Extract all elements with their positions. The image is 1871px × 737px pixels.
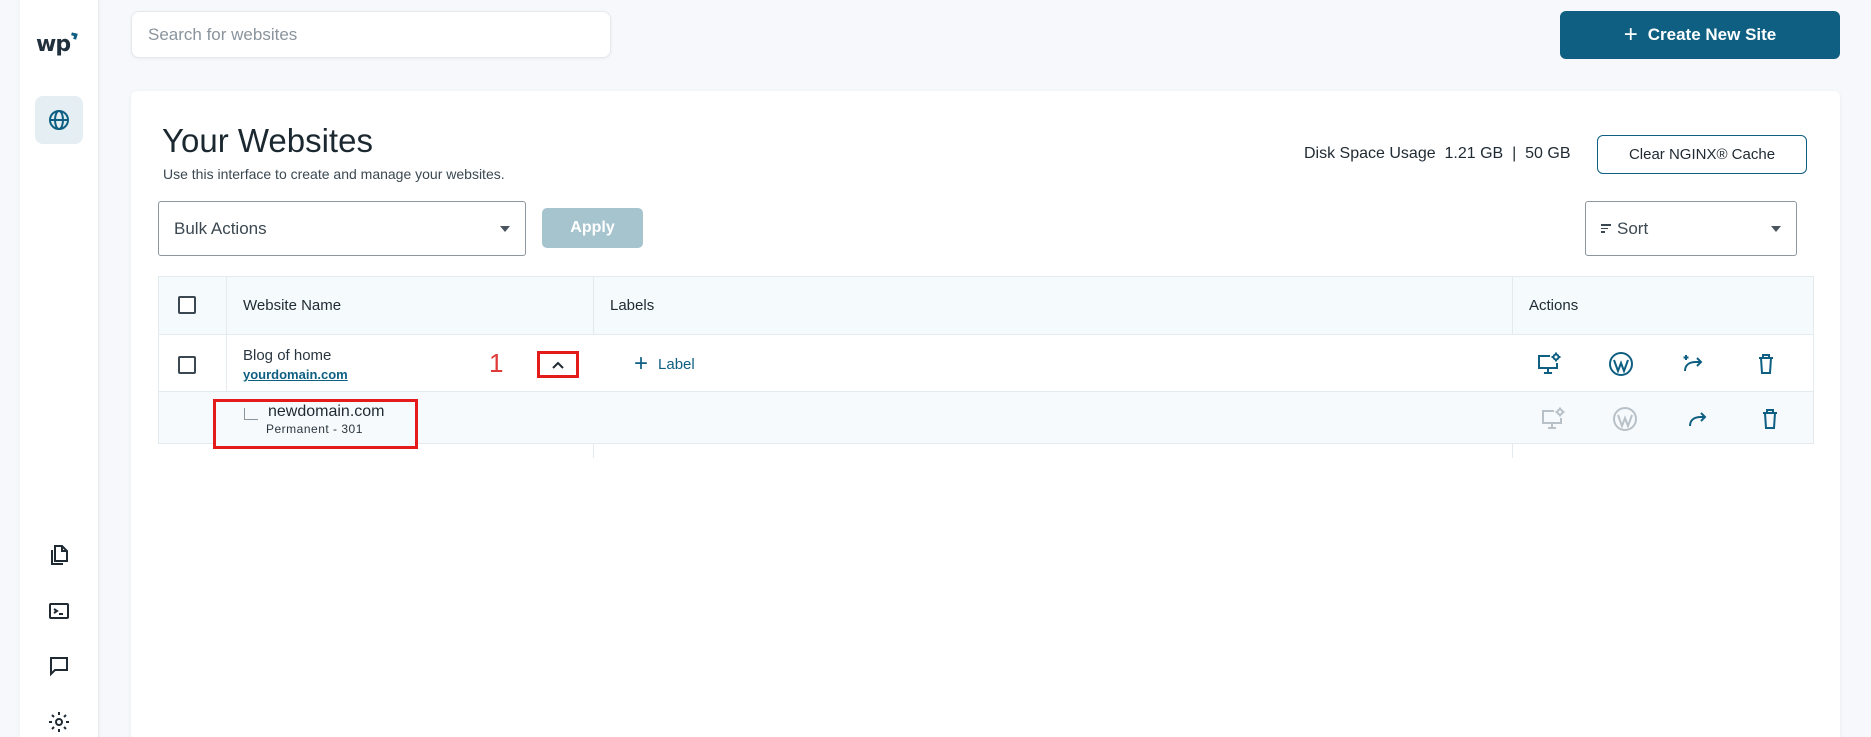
plus-icon: + — [1623, 21, 1638, 48]
nav-files[interactable] — [35, 531, 83, 579]
chat-icon — [50, 657, 68, 677]
bulk-actions-select[interactable]: Bulk Actions — [158, 201, 526, 256]
chevron-down-icon — [500, 225, 510, 232]
wp-logo[interactable]: wp — [36, 32, 78, 57]
redirect-type: Permanent - 301 — [266, 422, 363, 436]
wordpress-admin-action[interactable] — [1607, 350, 1635, 378]
trash-icon — [1759, 354, 1773, 374]
globe-icon — [49, 110, 69, 130]
plus-icon: + — [634, 350, 649, 377]
forward-icon — [1689, 412, 1707, 427]
nav-websites[interactable] — [35, 96, 83, 144]
chevron-down-icon — [1771, 225, 1781, 232]
chevron-up-icon — [552, 361, 564, 369]
search-input[interactable] — [131, 11, 611, 58]
annotation-number: 1 — [489, 348, 504, 378]
redirect-plus-icon — [1683, 355, 1703, 372]
nav-settings[interactable] — [35, 698, 83, 737]
site-settings-action[interactable] — [1535, 350, 1563, 378]
page-subtitle: Use this interface to create and manage … — [163, 166, 505, 182]
select-all-checkbox[interactable] — [178, 296, 196, 314]
table-row — [158, 335, 1814, 392]
website-name: Blog of home — [243, 347, 332, 364]
nav-terminal[interactable] — [35, 587, 83, 635]
monitor-gear-icon — [1538, 352, 1561, 374]
disk-usage: Disk Space Usage 1.21 GB | 50 GB — [1304, 145, 1571, 162]
redirect-domain: newdomain.com — [268, 403, 385, 420]
trash-icon — [1763, 409, 1777, 429]
create-new-site-button[interactable]: + Create New Site — [1560, 11, 1840, 59]
gear-icon — [49, 712, 69, 732]
monitor-gear-icon — [1542, 407, 1565, 429]
nested-branch-icon — [244, 408, 258, 420]
sort-select[interactable]: Sort — [1585, 201, 1797, 256]
apply-button[interactable]: Apply — [542, 208, 643, 248]
redirect-wordpress-action — [1611, 405, 1639, 433]
clear-cache-button[interactable]: Clear NGINX® Cache — [1597, 135, 1807, 174]
sort-icon — [1601, 224, 1611, 233]
website-domain-link[interactable]: yourdomain.com — [243, 367, 348, 382]
collapse-redirects-button[interactable] — [537, 351, 579, 378]
add-label-button[interactable]: + Label — [634, 352, 695, 376]
page-title: Your Websites — [162, 122, 373, 159]
terminal-icon — [49, 603, 69, 619]
wordpress-icon — [1613, 407, 1637, 431]
column-actions: Actions — [1529, 297, 1579, 314]
redirect-action[interactable] — [1680, 350, 1708, 378]
column-website-name: Website Name — [243, 297, 342, 314]
delete-site-action[interactable] — [1752, 350, 1780, 378]
files-icon — [51, 545, 68, 565]
row-checkbox[interactable] — [178, 356, 196, 374]
redirect-forward-action[interactable] — [1684, 405, 1712, 433]
wordpress-icon — [1609, 352, 1633, 376]
column-labels: Labels — [610, 297, 655, 314]
nav-support[interactable] — [35, 642, 83, 690]
redirect-settings-action — [1539, 405, 1567, 433]
sidebar: wp — [20, 0, 99, 737]
delete-redirect-action[interactable] — [1756, 405, 1784, 433]
